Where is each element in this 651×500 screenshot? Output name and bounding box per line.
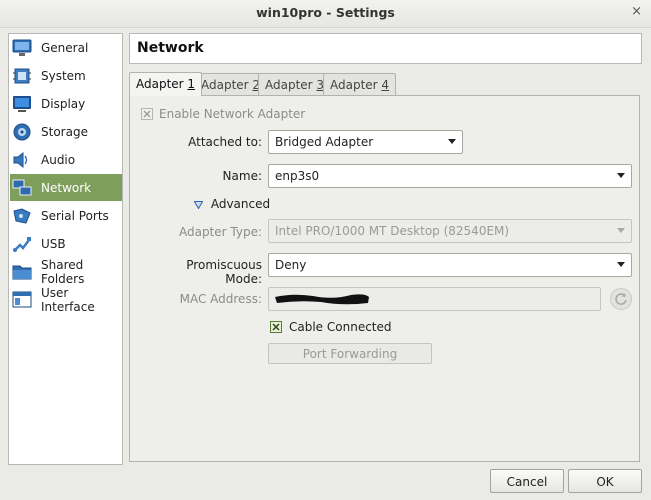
tab-adapter-2[interactable]: Adapter 2 xyxy=(194,73,268,95)
mac-address-label: MAC Address: xyxy=(179,292,262,306)
sidebar-item-user-interface[interactable]: User Interface xyxy=(10,285,122,314)
general-icon xyxy=(12,38,32,58)
shared-folders-icon xyxy=(12,262,32,282)
expand-triangle-icon xyxy=(193,200,204,210)
sidebar-item-label: System xyxy=(41,68,86,83)
sidebar-item-general[interactable]: General xyxy=(10,34,122,61)
advanced-label: Advanced xyxy=(210,197,271,211)
window-title: win10pro - Settings xyxy=(256,5,395,20)
user-interface-icon xyxy=(12,290,32,310)
tab-label: Adapter xyxy=(136,77,188,91)
usb-icon xyxy=(12,234,32,254)
audio-icon xyxy=(12,150,32,170)
close-icon[interactable]: × xyxy=(631,4,642,19)
tab-adapter-1[interactable]: Adapter 1 xyxy=(129,72,203,96)
tab-label: Adapter xyxy=(201,78,253,92)
sidebar-item-label: Storage xyxy=(41,124,88,139)
display-icon xyxy=(12,94,32,114)
tab-label: Adapter xyxy=(330,78,382,92)
refresh-icon xyxy=(615,293,627,305)
promiscuous-mode-select[interactable]: Deny xyxy=(268,253,632,277)
mac-address-field[interactable] xyxy=(268,287,601,311)
promiscuous-mode-label: Promiscuous Mode: xyxy=(186,258,262,286)
chevron-down-icon xyxy=(617,262,625,267)
page-header: Network xyxy=(129,33,642,64)
sidebar-item-label: Serial Ports xyxy=(41,208,109,223)
name-value: enp3s0 xyxy=(275,169,320,183)
tab-adapter-3[interactable]: Adapter 3 xyxy=(258,73,332,95)
tab-mnemonic: 1 xyxy=(187,77,196,91)
sidebar-item-label: Shared Folders xyxy=(41,257,85,286)
enable-adapter-label: Enable Network Adapter xyxy=(159,107,306,121)
settings-sidebar: General System Display Storage Audio Net… xyxy=(8,33,123,465)
serial-ports-icon xyxy=(12,206,32,226)
ok-button[interactable]: OK xyxy=(568,469,642,493)
adapter-type-value: Intel PRO/1000 MT Desktop (82540EM) xyxy=(275,224,510,238)
checkmark-icon xyxy=(272,323,280,331)
sidebar-item-label: User Interface xyxy=(41,285,95,314)
sidebar-item-system[interactable]: System xyxy=(10,62,122,89)
sidebar-item-shared-folders[interactable]: Shared Folders xyxy=(10,257,122,286)
chevron-down-icon xyxy=(617,173,625,178)
tab-mnemonic: 4 xyxy=(381,78,390,92)
adapter-type-label: Adapter Type: xyxy=(178,225,262,239)
advanced-toggle[interactable]: Advanced xyxy=(193,197,271,211)
refresh-mac-button[interactable] xyxy=(610,288,632,310)
sidebar-item-audio[interactable]: Audio xyxy=(10,146,122,173)
name-select[interactable]: enp3s0 xyxy=(268,164,632,188)
port-forwarding-button[interactable]: Port Forwarding xyxy=(268,343,432,364)
sidebar-item-label: USB xyxy=(41,236,66,251)
tab-label: Adapter xyxy=(265,78,317,92)
cable-connected-checkbox[interactable] xyxy=(270,321,282,333)
sidebar-item-serial-ports[interactable]: Serial Ports xyxy=(10,202,122,229)
enable-adapter-checkbox[interactable] xyxy=(141,108,153,120)
page-title: Network xyxy=(137,40,204,56)
sidebar-item-storage[interactable]: Storage xyxy=(10,118,122,145)
sidebar-item-label: General xyxy=(41,40,89,55)
storage-icon xyxy=(12,122,32,142)
title-bar: win10pro - Settings × xyxy=(0,0,651,28)
redaction-mark xyxy=(275,294,369,305)
adapter-type-select[interactable]: Intel PRO/1000 MT Desktop (82540EM) xyxy=(268,219,632,243)
sidebar-item-label: Audio xyxy=(41,152,76,167)
name-label: Name: xyxy=(222,169,262,183)
sidebar-item-usb[interactable]: USB xyxy=(10,230,122,257)
attached-to-value: Bridged Adapter xyxy=(275,135,374,149)
cable-connected-label: Cable Connected xyxy=(289,320,392,334)
cancel-button[interactable]: Cancel xyxy=(490,469,564,493)
attached-to-label: Attached to: xyxy=(188,135,262,149)
system-icon xyxy=(12,66,32,86)
chevron-down-icon xyxy=(617,228,625,233)
chevron-down-icon xyxy=(448,139,456,144)
attached-to-select[interactable]: Bridged Adapter xyxy=(268,130,463,154)
checkmark-icon xyxy=(143,110,151,118)
tab-adapter-4[interactable]: Adapter 4 xyxy=(323,73,397,95)
sidebar-item-network[interactable]: Network xyxy=(10,174,122,201)
network-icon xyxy=(12,178,32,198)
sidebar-item-label: Network xyxy=(41,180,92,195)
promiscuous-mode-value: Deny xyxy=(275,258,307,272)
sidebar-item-display[interactable]: Display xyxy=(10,90,122,117)
sidebar-item-label: Display xyxy=(41,96,86,111)
